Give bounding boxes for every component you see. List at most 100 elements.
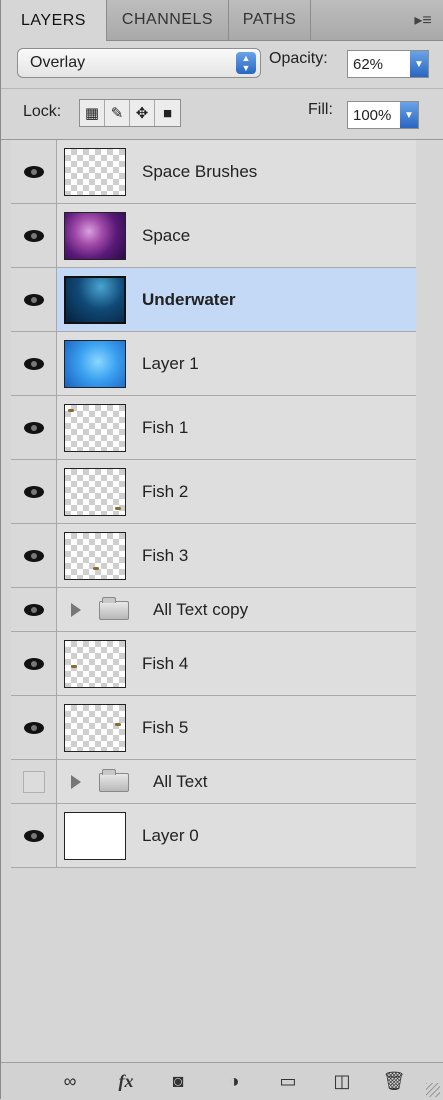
layer-thumbnail (64, 468, 126, 516)
layer-name: All Text (153, 771, 208, 791)
fish-mark (71, 665, 77, 668)
eye-icon (23, 229, 44, 242)
eye-icon (23, 165, 44, 178)
lock-position-icon[interactable]: ✥ (130, 100, 155, 126)
layer-name: Fish 1 (142, 417, 189, 437)
visibility-toggle[interactable] (11, 140, 57, 203)
layer-name: Fish 3 (142, 545, 189, 565)
new-group-icon[interactable]: ▭ (273, 1069, 303, 1093)
mask-icon[interactable]: ◙ (163, 1069, 193, 1093)
blend-mode-select[interactable]: Overlay ▲ ▼ (17, 48, 261, 78)
tab-channels[interactable]: CHANNELS (107, 0, 229, 40)
lock-buttons: ▦ ✎ ✥ ■ (79, 99, 181, 127)
expand-triangle-icon[interactable] (71, 603, 81, 617)
opacity-dropdown-icon[interactable]: ▼ (410, 51, 428, 77)
layer-row[interactable]: Fish 1 (11, 396, 416, 460)
eye-icon (23, 603, 44, 616)
layer-thumbnail (64, 640, 126, 688)
visibility-toggle[interactable] (11, 332, 57, 395)
fish-mark (115, 723, 121, 726)
trash-icon[interactable]: 🗑 (379, 1069, 409, 1093)
fish-mark (93, 567, 99, 570)
layer-name: Layer 0 (142, 825, 199, 845)
layer-row[interactable]: Fish 2 (11, 460, 416, 524)
layers-panel: LAYERS CHANNELS PATHS ▸≡ Overlay ▲ ▼ Opac… (0, 0, 443, 1100)
hidden-visibility-icon (22, 770, 45, 793)
layer-name: Underwater (142, 289, 236, 309)
lock-all-icon[interactable]: ■ (155, 100, 180, 126)
lock-image-icon[interactable]: ✎ (105, 100, 130, 126)
opacity-field[interactable]: 62% ▼ (347, 50, 429, 78)
layer-thumbnail (64, 532, 126, 580)
lock-label: Lock: (23, 103, 62, 120)
fx-icon[interactable]: fx (109, 1069, 143, 1093)
select-arrows-icon: ▲ ▼ (236, 52, 256, 74)
layer-row[interactable]: Layer 0 (11, 804, 416, 868)
visibility-toggle[interactable] (11, 696, 57, 759)
visibility-toggle[interactable] (11, 632, 57, 695)
fill-label: Fill: (308, 101, 333, 118)
tab-layers[interactable]: LAYERS (1, 0, 107, 41)
layer-row-selected[interactable]: Underwater (11, 268, 416, 332)
visibility-toggle[interactable] (11, 396, 57, 459)
layer-thumbnail (64, 276, 126, 324)
layer-group-row[interactable]: All Text copy (11, 588, 416, 632)
layer-thumbnail (64, 404, 126, 452)
layer-name: Layer 1 (142, 353, 199, 373)
visibility-toggle[interactable] (11, 760, 57, 803)
fill-dropdown-icon[interactable]: ▼ (400, 102, 418, 128)
layer-name: Fish 2 (142, 481, 189, 501)
layer-row[interactable]: Fish 4 (11, 632, 416, 696)
layer-row[interactable]: Fish 3 (11, 524, 416, 588)
layer-name: Space Brushes (142, 161, 258, 181)
visibility-toggle[interactable] (11, 268, 57, 331)
eye-icon (23, 721, 44, 734)
lock-row: Lock: ▦ ✎ ✥ ■ Fill: 100% ▼ (1, 88, 443, 140)
eye-icon (23, 421, 44, 434)
new-layer-icon[interactable]: ◫ (327, 1069, 357, 1093)
bottom-toolbar: ∞ fx ◙ ◑ ▭ ◫ 🗑 (1, 1062, 443, 1100)
fish-mark (68, 409, 74, 412)
blend-mode-value: Overlay (30, 54, 86, 71)
eye-icon (23, 357, 44, 370)
opacity-value: 62% (353, 55, 384, 73)
eye-icon (23, 549, 44, 562)
eye-icon (23, 829, 44, 842)
layer-name: Fish 4 (142, 653, 189, 673)
layer-thumbnail (64, 148, 126, 196)
fx-label: fx (118, 1070, 134, 1091)
visibility-toggle[interactable] (11, 524, 57, 587)
expand-triangle-icon[interactable] (71, 775, 81, 789)
eye-icon (23, 657, 44, 670)
layer-thumbnail (64, 340, 126, 388)
fill-field[interactable]: 100% ▼ (347, 101, 419, 129)
layer-row[interactable]: Fish 5 (11, 696, 416, 760)
opacity-label: Opacity: (269, 50, 328, 67)
layer-thumbnail (64, 212, 126, 260)
visibility-toggle[interactable] (11, 588, 57, 631)
folder-icon (99, 769, 129, 792)
layer-name: Fish 5 (142, 717, 189, 737)
link-icon[interactable]: ∞ (53, 1069, 87, 1093)
visibility-toggle[interactable] (11, 460, 57, 523)
eye-icon (23, 485, 44, 498)
layer-row[interactable]: Space (11, 204, 416, 268)
layer-row[interactable]: Layer 1 (11, 332, 416, 396)
layer-thumbnail (64, 704, 126, 752)
folder-icon (99, 597, 129, 620)
layer-row[interactable]: Space Brushes (11, 140, 416, 204)
layer-name: All Text copy (153, 599, 249, 619)
eye-icon (23, 293, 44, 306)
tab-bar: LAYERS CHANNELS PATHS ▸≡ (1, 0, 443, 41)
layer-name: Space (142, 225, 191, 245)
panel-menu-icon[interactable]: ▸≡ (408, 8, 438, 32)
blend-row: Overlay ▲ ▼ Opacity: 62% ▼ (1, 40, 443, 86)
layer-group-row[interactable]: All Text (11, 760, 416, 804)
adjustment-icon[interactable]: ◑ (217, 1069, 251, 1093)
lock-transparent-icon[interactable]: ▦ (80, 100, 105, 126)
tab-paths[interactable]: PATHS (229, 0, 311, 40)
fill-value: 100% (353, 106, 392, 124)
resize-grip-icon[interactable] (426, 1083, 440, 1097)
visibility-toggle[interactable] (11, 204, 57, 267)
visibility-toggle[interactable] (11, 804, 57, 867)
